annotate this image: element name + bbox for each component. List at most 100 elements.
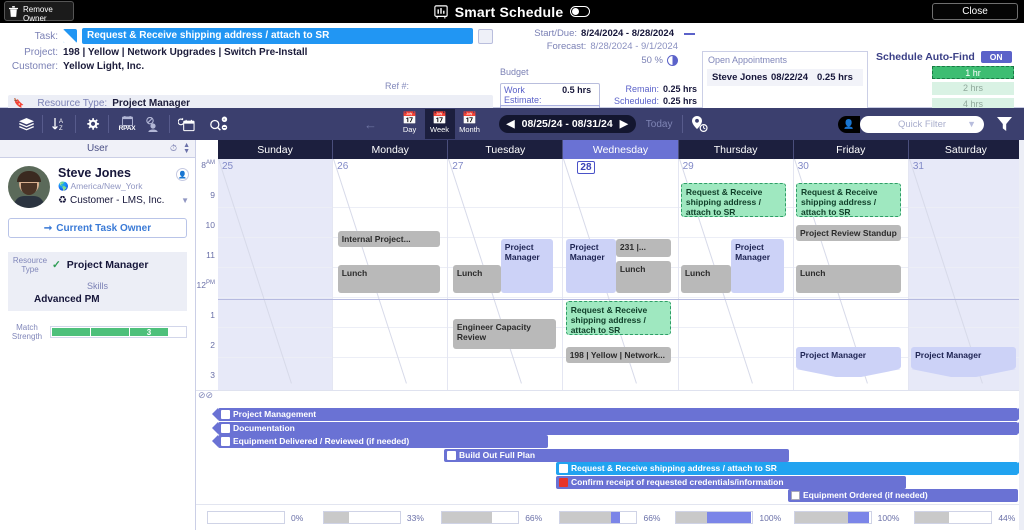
calendar-event[interactable]: Project Manager (500, 239, 554, 293)
day-header-wednesday[interactable]: Wednesday (563, 140, 679, 159)
gantt-bar-label: Build Out Full Plan (459, 449, 536, 460)
hour-gridline (448, 297, 563, 298)
user-presence-icon[interactable]: 👤 (176, 168, 189, 181)
stop-icon (559, 477, 568, 487)
day-header-saturday[interactable]: Saturday (909, 140, 1024, 159)
calendar-event[interactable]: Request & Receive shipping address / att… (795, 183, 901, 217)
current-task-owner-button[interactable]: ➞ Current Task Owner (8, 218, 187, 238)
utilization-fill (676, 512, 707, 523)
spinner-updown-icon[interactable]: ▲ ▼ (183, 142, 190, 155)
calendar-event[interactable]: Engineer Capacity Review (452, 319, 556, 349)
resource-type-value: ✓ Project Manager (52, 259, 148, 271)
smart-schedule-toggle[interactable] (570, 6, 591, 17)
gantt-bar[interactable]: Equipment Delivered / Reviewed (if neede… (212, 435, 548, 448)
person-block-icon[interactable] (141, 112, 165, 136)
calendar-event[interactable]: Request & Receive shipping address / att… (565, 301, 671, 335)
calendar-event[interactable]: Lunch (795, 265, 901, 293)
calendar-event[interactable]: 231 |... (615, 239, 671, 257)
gantt-bar[interactable]: Documentation (212, 421, 1024, 435)
day-header-friday[interactable]: Friday (794, 140, 909, 159)
calendar-event[interactable]: Internal Project... (337, 231, 441, 247)
calendar-event[interactable]: 198 | Yellow | Network... (565, 347, 671, 363)
gantt-bar[interactable]: Build Out Full Plan (444, 448, 789, 462)
remove-owner-button[interactable]: Remove Owner (4, 1, 74, 23)
close-button[interactable]: Close (932, 3, 1018, 20)
task-edit-button[interactable] (478, 28, 493, 44)
budget-row: Remain: 0.25 hrs (608, 83, 704, 95)
day-header-tuesday[interactable]: Tuesday (448, 140, 564, 159)
back-arrow-icon[interactable]: ← (359, 112, 383, 136)
filter-funnel-icon[interactable]: ▼ (967, 119, 976, 129)
view-month-button[interactable]: 📅 Month (455, 109, 485, 139)
gantt-left-arrow (212, 421, 218, 434)
day-column-monday[interactable]: 26 Internal Project... Lunch (333, 159, 449, 395)
auto-find-toggle[interactable]: ON (980, 51, 1012, 63)
calendar-event[interactable]: Lunch (337, 265, 441, 293)
day-header-sunday[interactable]: Sunday (218, 140, 334, 159)
gantt-bar-label: Documentation (233, 422, 295, 433)
utilization-percent: 100% (877, 512, 900, 523)
refresh-calendar-icon[interactable] (174, 112, 198, 136)
calendar-event[interactable]: Project Manager (795, 347, 901, 377)
sort-az-icon[interactable]: AZ (47, 112, 71, 136)
calendar-event[interactable]: Project Manager (565, 239, 616, 293)
calendar-event[interactable]: Project Manager (731, 239, 784, 293)
time-tick: 9 (210, 190, 215, 200)
day-column-sunday[interactable]: 25 (218, 159, 334, 395)
all-day-band (196, 390, 1024, 404)
task-value[interactable]: Request & Receive shipping address / att… (82, 28, 473, 44)
collapse-icon[interactable] (684, 32, 695, 35)
calendar-event[interactable]: Lunch (452, 265, 501, 293)
chevron-down-icon[interactable]: ▼ (181, 196, 189, 205)
remove-owner-line2: Owner (23, 14, 47, 23)
day-column-wednesday[interactable]: 28 Project Manager 231 |... Lunch Request & … (563, 159, 679, 395)
calendar-event[interactable]: Lunch (615, 261, 671, 293)
gantt-bar[interactable]: Equipment Ordered (if needed) (788, 489, 1018, 502)
rpax-icon[interactable]: RPAX (113, 112, 141, 136)
task-icon (447, 450, 456, 460)
view-week-button[interactable]: 📅 Week (424, 109, 455, 139)
gantt-bar[interactable]: Request & Receive shipping address / att… (556, 462, 1024, 475)
auto-find-option-1hr[interactable]: 1 hr (932, 66, 1014, 79)
calendar-event[interactable]: Lunch (680, 265, 732, 293)
customer-value: Yellow Light, Inc. (63, 61, 145, 72)
view-day-button[interactable]: 📅 Day (395, 109, 425, 139)
appointment-row[interactable]: Steve Jones 08/22/24 0.25 hrs (707, 69, 863, 86)
gear-icon[interactable] (80, 112, 104, 136)
calendar-event[interactable]: Project Review Standup (795, 225, 901, 241)
clock-icon[interactable]: ⏱ (170, 143, 177, 154)
calendar-week-icon: 📅 (432, 111, 448, 125)
hour-gridline (908, 237, 1023, 238)
auto-find-option-2hrs[interactable]: 2 hrs (932, 82, 1014, 95)
day-header-thursday[interactable]: Thursday (679, 140, 794, 159)
gantt-bar[interactable]: Confirm receipt of requested credentials… (556, 475, 906, 489)
layers-icon[interactable] (14, 112, 38, 136)
utilization-bar (441, 511, 520, 524)
day-header-monday[interactable]: Monday (333, 140, 449, 159)
user-customer-select[interactable]: ♻ Customer - LMS, Inc. ▼ (58, 195, 189, 206)
divider (108, 115, 109, 133)
budget-label: Budget (500, 67, 529, 77)
gantt-bar[interactable]: Project Management (212, 408, 1024, 421)
vertical-scrollbar[interactable] (1019, 140, 1024, 530)
prev-period-icon[interactable]: ◀ (507, 118, 515, 130)
utilization-fill (442, 512, 493, 523)
person-filter-icon[interactable]: 👤 (838, 115, 861, 133)
all-day-icons[interactable]: ⊘⊘ (196, 390, 213, 401)
day-column-tuesday[interactable]: 27 Lunch Project Manager Engineer Capacity … (448, 159, 564, 395)
pin-clock-icon[interactable] (687, 112, 713, 136)
day-column-thursday[interactable]: 29 Request & Receive shipping address / a… (678, 159, 794, 395)
task-label: Task: (34, 30, 58, 42)
utilization-cell: 66% (551, 511, 669, 524)
calendar-event[interactable]: Request & Receive shipping address / att… (680, 183, 786, 217)
day-column-friday[interactable]: 30 Request & Receive shipping address / a… (793, 159, 909, 395)
day-column-saturday[interactable]: 31 Project Manager (908, 159, 1024, 395)
next-period-icon[interactable]: ▶ (620, 118, 628, 130)
zoom-icon[interactable]: + (204, 112, 234, 136)
date-range-nav[interactable]: ◀ 08/25/24 - 08/31/24 ▶ (498, 115, 636, 133)
calendar-event[interactable]: Project Manager (911, 347, 1017, 377)
today-button[interactable]: Today (646, 119, 673, 130)
utilization-cell: 33% (314, 511, 432, 524)
filter-icon[interactable] (992, 112, 1016, 136)
quick-filter-input[interactable]: Quick Filter ▼ (860, 115, 985, 133)
